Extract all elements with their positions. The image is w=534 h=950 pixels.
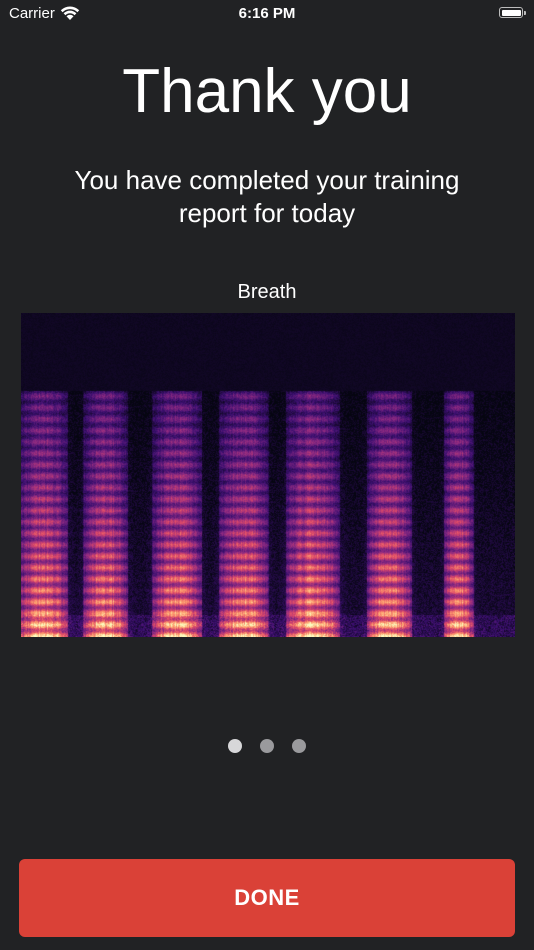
status-time: 6:16 PM: [238, 5, 296, 22]
page-indicator[interactable]: [0, 739, 534, 753]
breath-spectrogram: [21, 313, 515, 637]
page-dot-3[interactable]: [292, 739, 306, 753]
page-dot-2[interactable]: [260, 739, 274, 753]
completion-message: You have completed your training report …: [74, 165, 460, 228]
page-dot-1[interactable]: [228, 739, 242, 753]
page-title: Thank you: [122, 57, 412, 126]
status-bar: Carrier 6:16 PM: [0, 0, 534, 28]
battery-icon: [499, 7, 526, 18]
done-button[interactable]: DONE: [19, 859, 515, 937]
spectrogram-label: Breath: [237, 281, 297, 303]
